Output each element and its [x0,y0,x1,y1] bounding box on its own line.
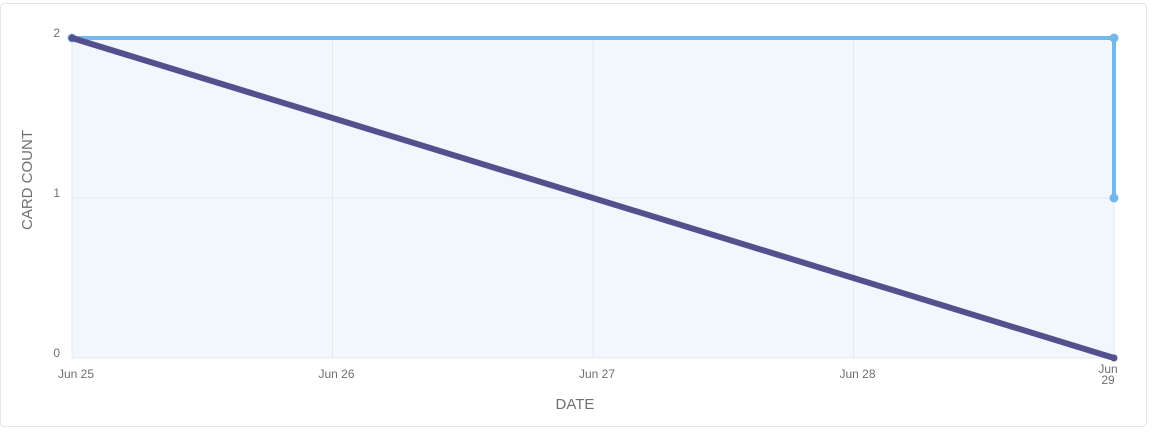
x-tick-label: Jun 29 [1098,362,1117,387]
y-tick-label: 0 [53,346,60,360]
x-tick-label: Jun 26 [319,367,355,381]
x-axis-title: DATE [556,396,595,413]
data-point [68,34,76,42]
y-tick-label: 2 [53,26,60,40]
x-axis-ticks: Jun 25 Jun 26 Jun 27 Jun 28 Jun 29 [58,362,1118,387]
x-tick-label: Jun 25 [58,367,94,381]
y-axis-title: CARD COUNT [19,130,36,230]
y-tick-label: 1 [53,186,60,200]
card-count-chart: Jun 25 Jun 26 Jun 27 Jun 28 Jun 29 0 1 2 DATE C… [19,26,1119,413]
y-axis-ticks: 0 1 2 [53,26,60,360]
data-point [1110,354,1118,362]
x-tick-label: Jun 28 [840,367,876,381]
x-tick-label: Jun 27 [579,367,615,381]
data-point [1109,193,1119,203]
data-point [1109,33,1119,43]
